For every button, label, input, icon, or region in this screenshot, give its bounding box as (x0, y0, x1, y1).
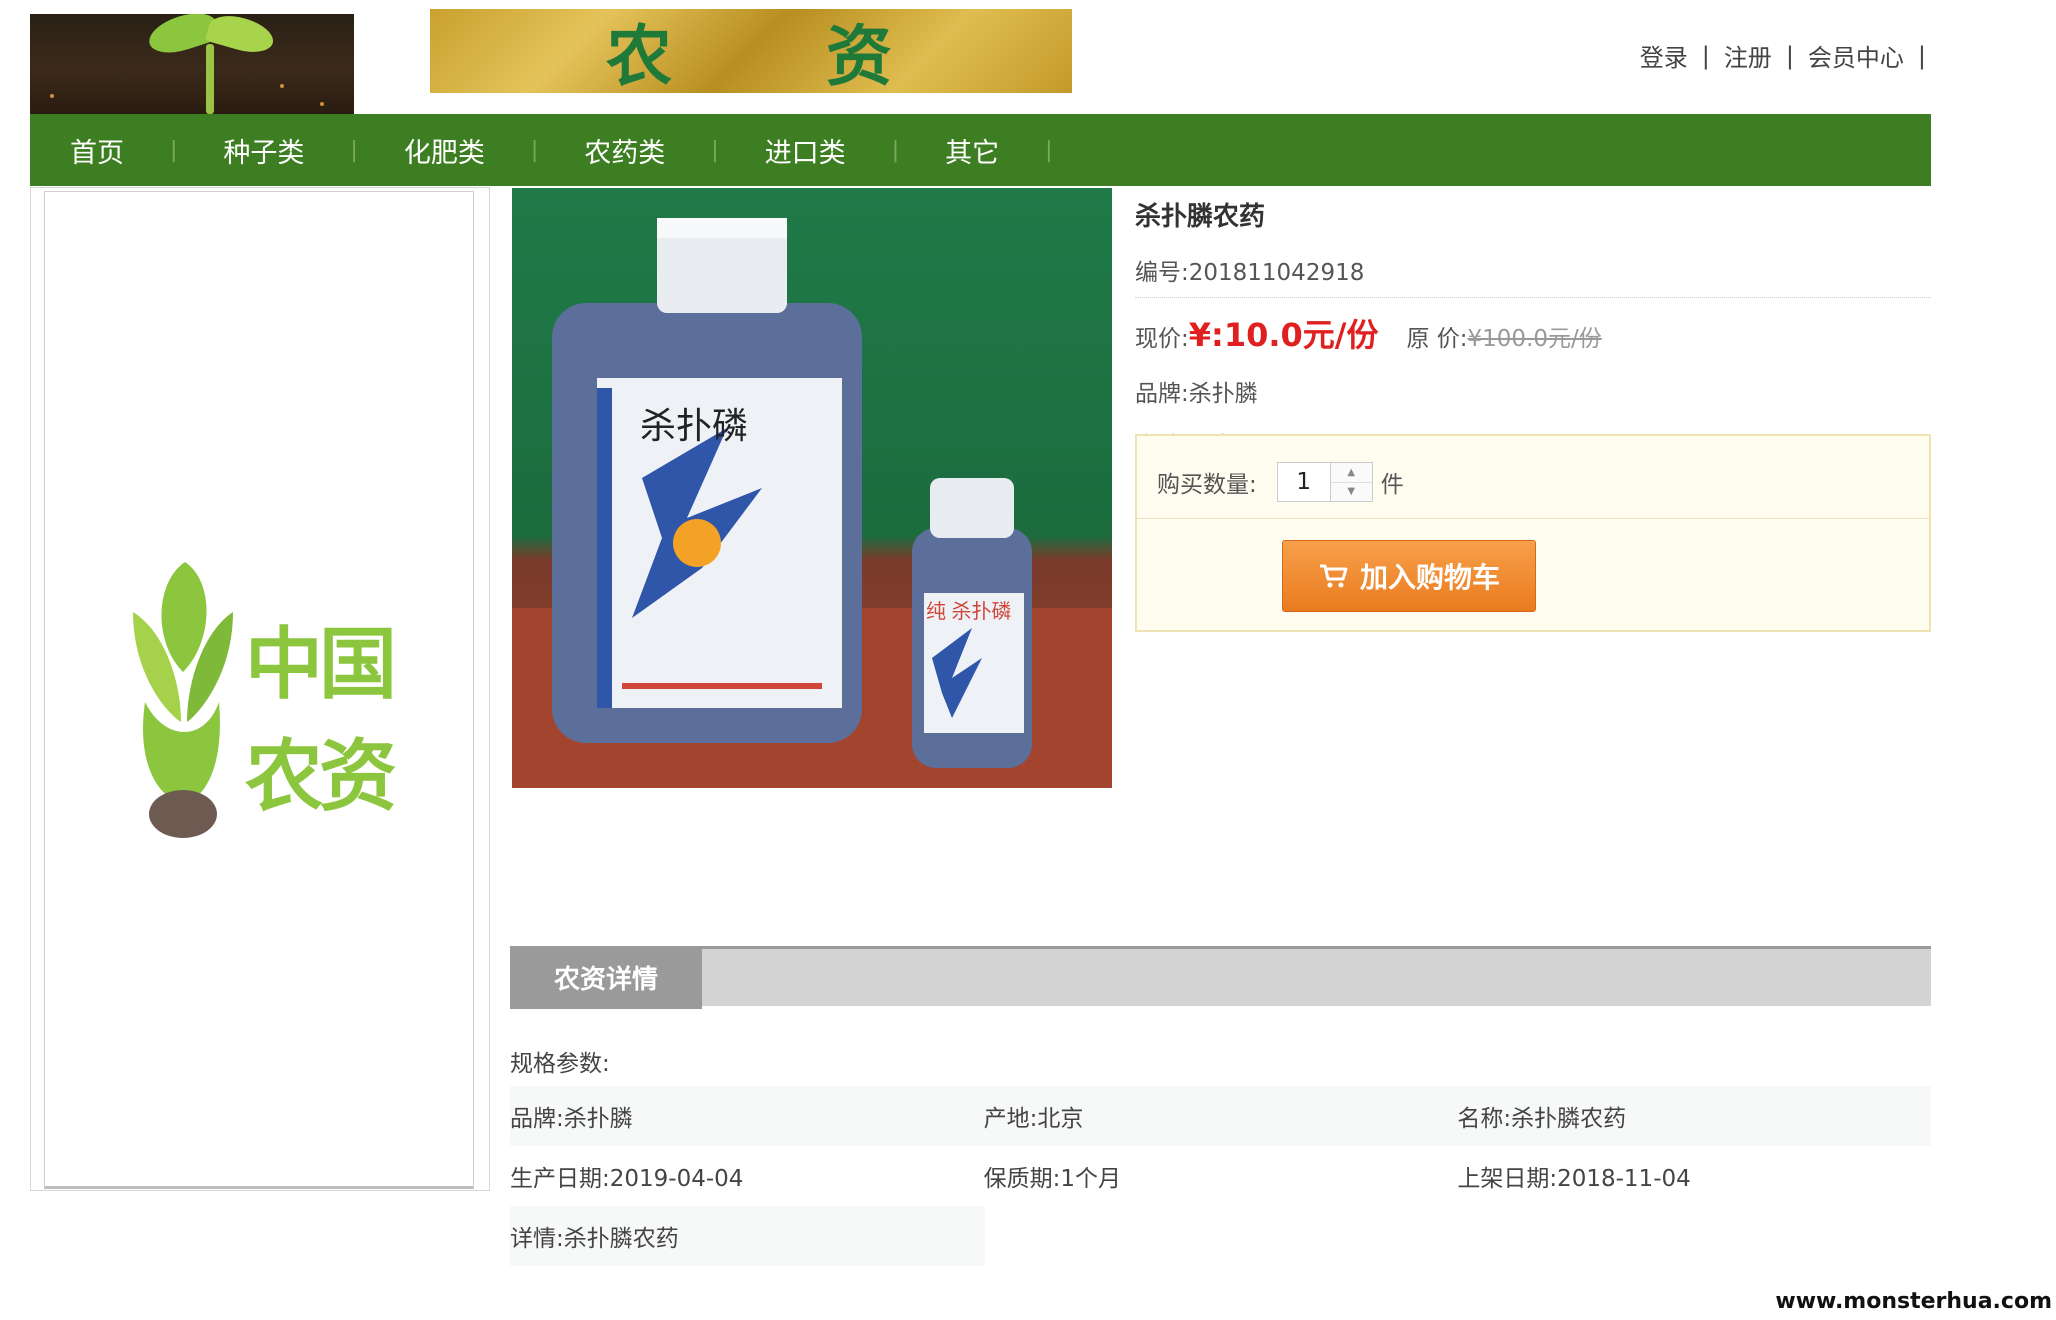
nav-item-imported[interactable]: 进口类 (765, 131, 846, 170)
spec-cell: 品牌:杀扑膦 (510, 1106, 633, 1132)
nav-item-other[interactable]: 其它 (945, 131, 999, 170)
link-separator: | (1701, 41, 1710, 70)
link-separator: | (1785, 41, 1794, 70)
sidebar-panel: 中国农资 (30, 187, 490, 1191)
link-separator: | (1917, 41, 1926, 70)
chevron-down-icon[interactable]: ▼ (1331, 483, 1372, 502)
chevron-up-icon[interactable]: ▲ (1330, 463, 1372, 483)
nav-separator: | (530, 137, 539, 163)
site-logo-sprout[interactable] (30, 14, 354, 114)
product-info: 杀扑膦农药 编号:201811042918 现价: ¥:10.0元/份 原 价:… (1135, 188, 1931, 460)
details-tab-bar: 农资详情 (510, 946, 1931, 1009)
bottle-label-main: 杀扑磷 (640, 405, 748, 446)
watermark: www.monsterhua.com (1775, 1289, 2052, 1314)
table-row: 品牌:杀扑膦 产地:北京 名称:杀扑膦农药 (510, 1086, 1931, 1146)
spec-label: 规格参数: (510, 1051, 610, 1077)
soil-spark (320, 102, 324, 106)
quantity-input[interactable]: 1 (1276, 462, 1331, 502)
add-to-cart-label: 加入购物车 (1359, 561, 1500, 594)
product-brand: 品牌:杀扑膦 (1135, 381, 1258, 407)
nav-separator: | (711, 137, 719, 163)
product-title: 杀扑膦农药 (1135, 202, 1266, 232)
register-link[interactable]: 注册 (1724, 38, 1772, 73)
current-price: ¥:10.0元/份 (1188, 316, 1379, 354)
add-to-cart-button[interactable]: 加入购物车 (1282, 540, 1536, 612)
orig-price-label: 原 价: (1406, 326, 1468, 352)
main-nav: 首页 | 种子类 | 化肥类 | 农药类 | 进口类 | 其它 | (30, 114, 1931, 186)
sprout-logo-icon (133, 562, 233, 838)
brand-logo-text: 中国农资 (245, 620, 397, 822)
cart-icon (1319, 564, 1348, 588)
price-label: 现价: (1135, 326, 1189, 352)
nav-separator: | (1045, 137, 1053, 163)
spec-table: 品牌:杀扑膦 产地:北京 名称:杀扑膦农药 生产日期:2019-04-04 保质… (510, 1086, 1931, 1266)
table-row: 详情:杀扑膦农药 (510, 1206, 985, 1266)
nav-item-home[interactable]: 首页 (70, 131, 124, 170)
quantity-label: 购买数量: (1157, 472, 1257, 498)
nav-separator: | (891, 137, 900, 163)
quantity-unit: 件 (1380, 472, 1404, 498)
price-row: 现价: ¥:10.0元/份 原 价: ¥100.0元/份 (1135, 310, 1931, 356)
nav-separator: | (350, 137, 358, 163)
spec-cell: 上架日期:2018-11-04 (1457, 1166, 1691, 1192)
original-price: ¥100.0元/份 (1467, 326, 1602, 352)
table-row: 生产日期:2019-04-04 保质期:1个月 上架日期:2018-11-04 (510, 1146, 1931, 1206)
sidebar-inner: 中国农资 (44, 191, 474, 1189)
sprout-leaf-right (204, 14, 278, 59)
spec-cell: 详情:杀扑膦农药 (510, 1226, 679, 1252)
nav-item-fertilizer[interactable]: 化肥类 (404, 131, 485, 170)
spec-cell: 产地:北京 (983, 1106, 1084, 1132)
spec-cell: 保质期:1个月 (983, 1166, 1122, 1192)
nav-item-pesticide[interactable]: 农药类 (584, 131, 665, 170)
spec-cell: 生产日期:2019-04-04 (510, 1166, 744, 1192)
buy-divider (1137, 518, 1929, 519)
tab-details[interactable]: 农资详情 (510, 946, 702, 1009)
soil-spark (280, 84, 284, 88)
nav-item-seeds[interactable]: 种子类 (223, 131, 304, 170)
quantity-stepper[interactable]: ▲ ▼ (1330, 462, 1373, 502)
pesticide-bottles-illustration: 杀扑磷 纯 杀扑磷 (512, 218, 1112, 788)
top-links: 登录 | 注册 | 会员中心 | (1640, 38, 1926, 73)
bottle-label-small: 纯 杀扑磷 (926, 600, 1012, 623)
product-code: 编号:201811042918 (1135, 253, 1931, 298)
quantity-row: 购买数量: 1 ▲ ▼ 件 (1157, 462, 1404, 502)
banner-char-1: 农 (606, 17, 676, 95)
spec-cell: 名称:杀扑膦农药 (1457, 1106, 1627, 1132)
login-link[interactable]: 登录 (1640, 38, 1688, 73)
banner-char-2: 资 (826, 17, 896, 95)
header-banner: 农 资 (430, 9, 1072, 95)
nav-separator: | (170, 137, 178, 163)
product-image[interactable]: 杀扑磷 纯 杀扑磷 (512, 188, 1112, 788)
brand-logo[interactable]: 中国农资 (125, 552, 465, 852)
soil-spark (50, 94, 54, 98)
buy-box: 购买数量: 1 ▲ ▼ 件 加入购物车 (1135, 434, 1931, 632)
member-center-link[interactable]: 会员中心 (1808, 38, 1904, 73)
sprout-stem (206, 44, 214, 114)
